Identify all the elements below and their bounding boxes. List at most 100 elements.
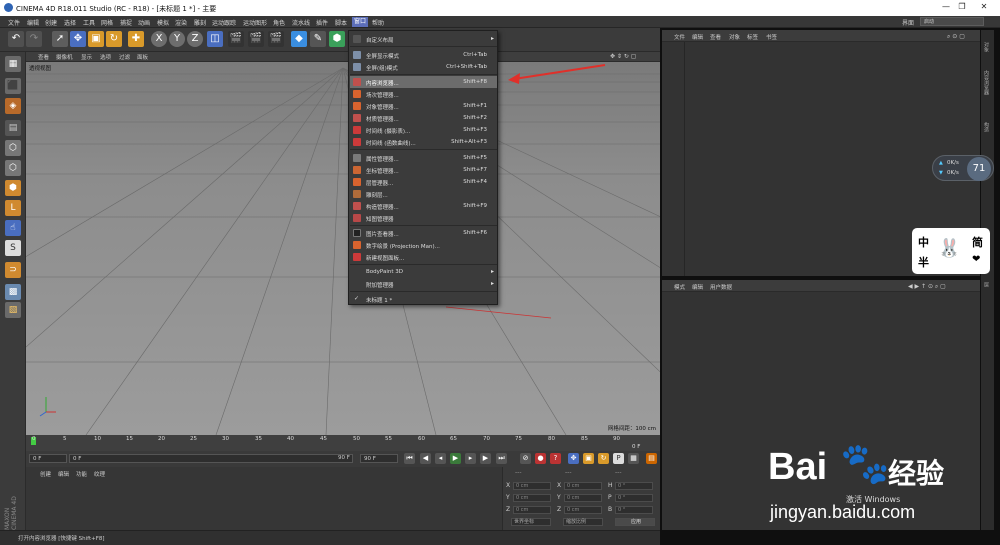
magnet-icon[interactable]: ⊃ [5,262,21,278]
menu-item-sculpt-layer[interactable]: 雕刻层... [350,188,497,200]
position-x-field[interactable]: 0 cm [513,482,551,490]
apply-button[interactable]: 应用 [615,518,655,526]
model-mode-icon[interactable]: ⬛ [5,78,21,94]
timeline-ruler[interactable]: 0 5 10 15 20 25 30 35 40 45 50 55 60 65 … [26,435,660,451]
texture-mode-icon[interactable]: ◈ [5,98,21,114]
maximize-button[interactable]: ❐ [954,2,970,14]
menu-motion-tracker[interactable]: 运动跟踪 [212,18,236,27]
object-menu-view[interactable]: 查看 [710,33,721,41]
menu-help[interactable]: 帮助 [372,18,384,27]
side-tab-structure[interactable]: 构造 [983,122,990,132]
menu-item-attribute-manager[interactable]: 属性管理器... Shift+F5 [350,152,497,164]
attr-nav-icons[interactable]: ◀ ▶ ↑ ⊙ ⌕ ▢ [908,283,946,291]
position-z-field[interactable]: 0 cm [513,506,551,514]
subdivision-icon[interactable]: ⬢ [329,31,345,47]
menu-plugins[interactable]: 插件 [316,18,328,27]
menu-item-custom-layout[interactable]: 自定义布局 ▸ [350,33,497,45]
planar-workplane-icon[interactable]: ▧ [5,302,21,318]
side-tab-content-browser[interactable]: 内容浏览器 [983,70,990,95]
world-coords-icon[interactable]: ◫ [207,31,223,47]
ime-toolbar[interactable]: 中 简 半 🐰 ❤ [912,228,990,274]
attr-menu-mode[interactable]: 模式 [674,283,685,291]
menu-mograph[interactable]: 运动图形 [243,18,267,27]
material-menu-function[interactable]: 功能 [76,470,87,478]
menu-simulate[interactable]: 模拟 [157,18,169,27]
autokey-icon[interactable]: ● [535,453,546,464]
next-frame-icon[interactable]: ▸ [465,453,476,464]
menu-item-coordinate-manager[interactable]: 坐标管理器... Shift+F7 [350,164,497,176]
key-param-icon[interactable]: P [613,453,624,464]
axis-mode-icon[interactable]: L [5,200,21,216]
snap-icon[interactable]: S [5,240,21,256]
menu-render[interactable]: 渲染 [175,18,187,27]
rotation-h-field[interactable]: 0 ° [615,482,653,490]
menu-create[interactable]: 创建 [45,18,57,27]
key-scale-icon[interactable]: ▣ [583,453,594,464]
object-menu-bookmarks[interactable]: 书签 [766,33,777,41]
go-to-start-icon[interactable]: ⏮ [404,453,415,464]
make-editable-icon[interactable]: ▦ [5,56,21,72]
position-y-field[interactable]: 0 cm [513,494,551,502]
menu-snap[interactable]: 捕捉 [120,18,132,27]
cube-icon[interactable]: ◆ [291,31,307,47]
network-speed-widget[interactable]: ▲ 0K/s ▼ 0K/s 71 [932,155,994,181]
ime-mode-char[interactable]: 中 [918,234,929,250]
menu-item-take-manager[interactable]: 场次管理器... [350,88,497,100]
go-to-end-icon[interactable]: ⏭ [496,453,507,464]
menu-tools[interactable]: 工具 [83,18,95,27]
last-tool-icon[interactable]: ✚ [128,31,144,47]
size-mode-select[interactable]: 缩放比例 [563,518,603,526]
key-rotation-icon[interactable]: ↻ [598,453,609,464]
rotate-tool-icon[interactable]: ↻ [106,31,122,47]
side-tab-objects[interactable]: 对象 [983,42,990,52]
rotation-b-field[interactable]: 0 ° [615,506,653,514]
menu-item-material-manager[interactable]: 材质管理器... Shift+F2 [350,112,497,124]
menu-item-document[interactable]: ✓ 未标题 1 * [350,293,497,305]
workplane-icon[interactable]: ▤ [5,120,21,136]
x-axis-icon[interactable]: X [151,31,167,47]
menu-item-timeline-fcurve[interactable]: 时间线 (函数曲线)... Shift+Alt+F3 [350,136,497,148]
y-axis-icon[interactable]: Y [169,31,185,47]
move-tool-icon[interactable]: ✥ [70,31,86,47]
material-menu-edit[interactable]: 编辑 [58,470,69,478]
viewport-menu-options[interactable]: 选项 [100,53,111,61]
object-search-icon[interactable]: ⌕ ⊙ ▢ [947,33,965,41]
object-menu-edit[interactable]: 编辑 [692,33,703,41]
close-button[interactable]: ✕ [976,2,992,14]
menu-item-new-viewport[interactable]: 新建视图面板... [350,251,497,263]
size-y-field[interactable]: 0 cm [564,494,602,502]
menu-script[interactable]: 脚本 [335,18,347,27]
attr-menu-userdata[interactable]: 用户数据 [710,283,732,291]
menu-select[interactable]: 选择 [64,18,76,27]
menu-item-picture-viewer[interactable]: 图片查看器... Shift+F6 [350,227,497,239]
menu-item-xpresso-manager[interactable]: 知图管理器 [350,212,497,224]
viewport-menu-panel[interactable]: 面板 [137,53,148,61]
menu-item-fullscreen[interactable]: 全屏显示模式 Ctrl+Tab [350,49,497,61]
ime-halfwidth-char[interactable]: 半 [918,254,929,270]
render-picture-viewer-icon[interactable]: 🎬 [248,31,264,47]
select-arrow-icon[interactable]: ➚ [52,31,68,47]
menu-animate[interactable]: 动画 [138,18,150,27]
menu-item-layer-manager[interactable]: 层管理器... Shift+F4 [350,176,497,188]
size-z-field[interactable]: 0 cm [564,506,602,514]
redo-icon[interactable]: ↷ [26,31,42,47]
edges-mode-icon[interactable]: ⬡ [5,160,21,176]
render-settings-icon[interactable]: 🎬 [268,31,284,47]
object-menu-object[interactable]: 对象 [729,33,740,41]
size-x-field[interactable]: 0 cm [564,482,602,490]
minimize-button[interactable]: — [938,2,954,14]
menu-item-extra-managers[interactable]: 附加管理器 ▸ [350,278,497,290]
z-axis-icon[interactable]: Z [187,31,203,47]
perspective-viewport[interactable]: 透视视图 网格间距：100 cm [26,62,660,435]
previous-frame-icon[interactable]: ◂ [435,453,446,464]
menu-item-bodypaint[interactable]: BodyPaint 3D ▸ [350,266,497,278]
undo-icon[interactable]: ↶ [8,31,24,47]
attr-menu-edit[interactable]: 编辑 [692,283,703,291]
polygons-mode-icon[interactable]: ⬢ [5,180,21,196]
object-menu-file[interactable]: 文件 [674,33,685,41]
next-key-icon[interactable]: ▶ [480,453,491,464]
tweak-mode-icon[interactable]: ☝ [5,220,21,236]
key-position-icon[interactable]: ✥ [568,453,579,464]
menu-item-fullscreen-group[interactable]: 全屏(组)模式 Ctrl+Shift+Tab [350,61,497,73]
keyframe-selection-icon[interactable]: ? [550,453,561,464]
